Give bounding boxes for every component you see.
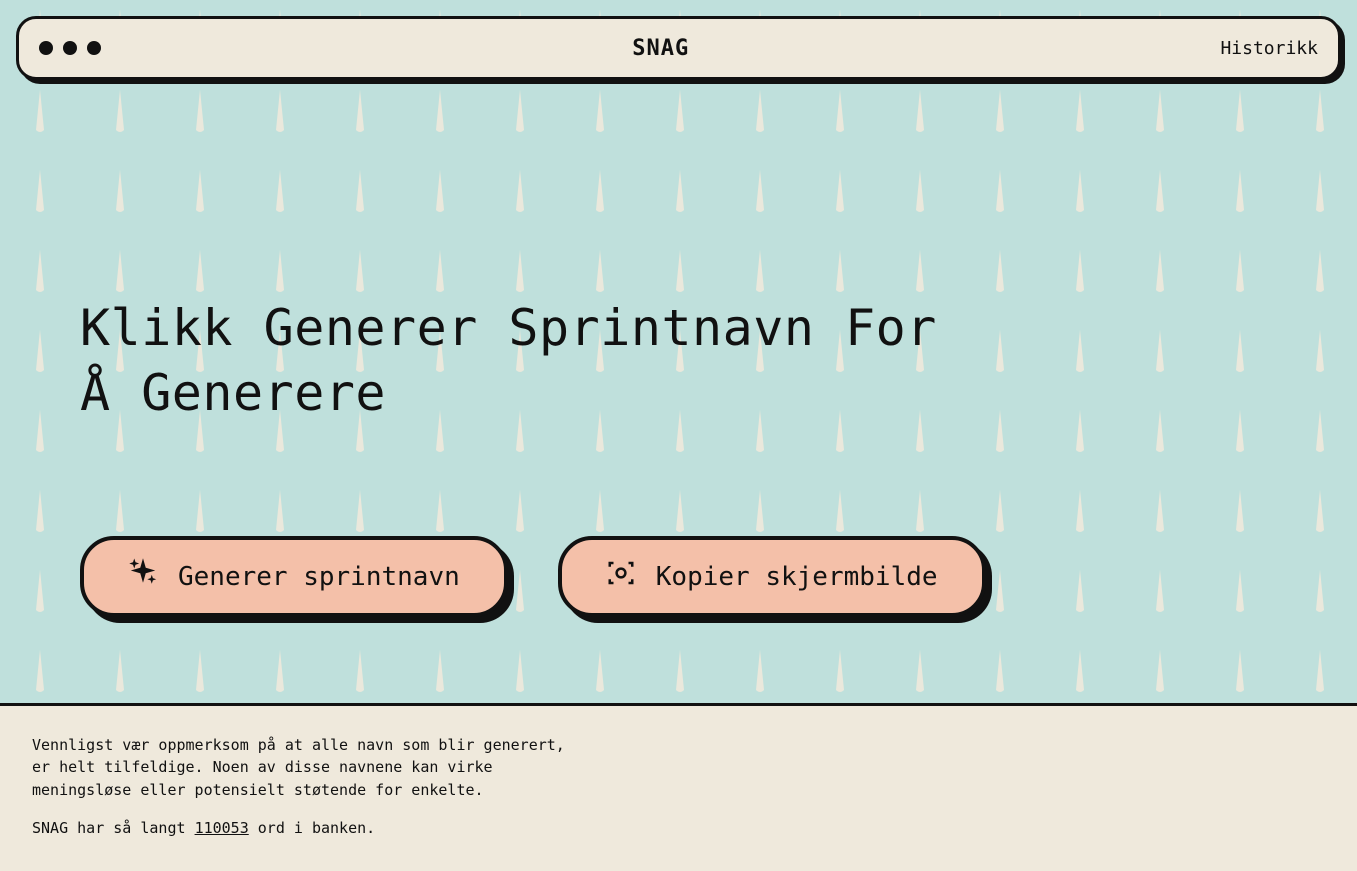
app-title: SNAG — [632, 36, 689, 61]
dot-icon — [87, 41, 101, 55]
disclaimer-text: Vennligst vær oppmerksom på at alle navn… — [32, 734, 572, 802]
window-dots — [39, 41, 101, 55]
capture-icon — [606, 558, 636, 595]
dot-icon — [63, 41, 77, 55]
history-link[interactable]: Historikk — [1220, 38, 1318, 59]
sparkle-icon — [128, 558, 158, 595]
topbar: SNAG Historikk — [16, 16, 1341, 80]
wordcount-line: SNAG har så langt 110053 ord i banken. — [32, 819, 1325, 837]
dot-icon — [39, 41, 53, 55]
generate-button[interactable]: Generer sprintnavn — [80, 536, 508, 617]
wordcount-value[interactable]: 110053 — [195, 819, 249, 837]
headline: Klikk Generer Sprintnavn For Å Generere — [80, 296, 980, 426]
footer: Vennligst vær oppmerksom på at alle navn… — [0, 703, 1357, 871]
copy-screenshot-button-label: Kopier skjermbilde — [656, 562, 938, 592]
wordcount-prefix: SNAG har så langt — [32, 819, 195, 837]
copy-screenshot-button[interactable]: Kopier skjermbilde — [558, 536, 986, 617]
generate-button-label: Generer sprintnavn — [178, 562, 460, 592]
wordcount-suffix: ord i banken. — [249, 819, 375, 837]
